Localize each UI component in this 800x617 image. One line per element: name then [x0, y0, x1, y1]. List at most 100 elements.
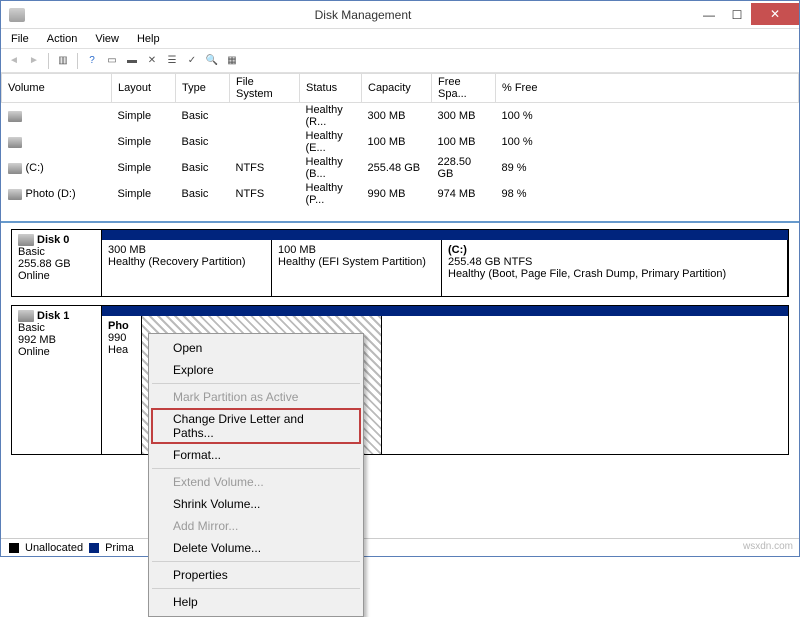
disk-type: Basic — [18, 246, 95, 258]
cell-pct: 89 % — [496, 155, 799, 181]
disk-graph-area: Disk 0Basic255.88 GBOnline300 MBHealthy … — [1, 223, 799, 538]
partition[interactable]: 300 MBHealthy (Recovery Partition) — [102, 240, 272, 296]
search-icon[interactable]: 🔍 — [203, 52, 221, 70]
ctx-sep — [152, 561, 360, 562]
legend-unallocated: Unallocated — [25, 542, 83, 554]
menu-help[interactable]: Help — [131, 31, 166, 47]
toolbar: ◄ ► ▥ ? ▭ ▬ ✕ ☰ ✓ 🔍 ▦ — [1, 49, 799, 73]
partition-status: Healthy (Boot, Page File, Crash Dump, Pr… — [448, 268, 781, 280]
col-capacity[interactable]: Capacity — [362, 74, 432, 103]
window-title: Disk Management — [31, 8, 695, 22]
partition[interactable]: (C:)255.48 GB NTFSHealthy (Boot, Page Fi… — [442, 240, 788, 296]
col-status[interactable]: Status — [300, 74, 362, 103]
volume-list: Volume Layout Type File System Status Ca… — [1, 73, 799, 223]
volume-icon — [8, 111, 22, 122]
close-button[interactable]: ✕ — [751, 3, 799, 25]
partition[interactable]: 100 MBHealthy (EFI System Partition) — [272, 240, 442, 296]
ctx-explore[interactable]: Explore — [151, 359, 361, 381]
cell-pct: 98 % — [496, 181, 799, 207]
disk-status: Online — [18, 346, 95, 358]
toolbar-icon[interactable]: ▥ — [54, 52, 72, 70]
minimize-button[interactable]: — — [695, 4, 723, 26]
menu-view[interactable]: View — [89, 31, 125, 47]
ctx-sep — [152, 383, 360, 384]
partition-size: 300 MB — [108, 244, 265, 256]
disk-row: Disk 1Basic992 MBOnlinePho990Hea — [11, 305, 789, 455]
cell-free: 300 MB — [432, 103, 496, 130]
forward-icon: ► — [25, 52, 43, 70]
disk-info-box[interactable]: Disk 1Basic992 MBOnline — [12, 306, 102, 454]
ctx-change-drive-letter[interactable]: Change Drive Letter and Paths... — [151, 408, 361, 444]
volume-name: Photo (D:) — [26, 188, 76, 200]
disk-info-box[interactable]: Disk 0Basic255.88 GBOnline — [12, 230, 102, 296]
back-icon: ◄ — [5, 52, 23, 70]
window-buttons: — ☐ ✕ — [695, 4, 799, 26]
ctx-delete-volume[interactable]: Delete Volume... — [151, 537, 361, 559]
ctx-sep — [152, 468, 360, 469]
table-row[interactable]: SimpleBasicHealthy (R...300 MB300 MB100 … — [2, 103, 799, 130]
help-icon[interactable]: ? — [83, 52, 101, 70]
toolbar-icon[interactable]: ✓ — [183, 52, 201, 70]
ctx-properties[interactable]: Properties — [151, 564, 361, 586]
menu-action[interactable]: Action — [41, 31, 84, 47]
cell-free: 974 MB — [432, 181, 496, 207]
app-icon — [9, 8, 25, 22]
disk-icon — [18, 234, 34, 246]
disk-type: Basic — [18, 322, 95, 334]
volume-icon — [8, 137, 22, 148]
disk-icon — [18, 310, 34, 322]
table-row[interactable]: SimpleBasicHealthy (E...100 MB100 MB100 … — [2, 129, 799, 155]
partition[interactable]: Pho990Hea — [102, 316, 142, 454]
ctx-format[interactable]: Format... — [151, 444, 361, 466]
toolbar-icon[interactable]: ▭ — [103, 52, 121, 70]
cell-fs — [230, 103, 300, 130]
cell-capacity: 100 MB — [362, 129, 432, 155]
cell-fs: NTFS — [230, 181, 300, 207]
partition-header-bar — [102, 230, 788, 240]
disk-size: 255.88 GB — [18, 258, 95, 270]
ctx-shrink-volume[interactable]: Shrink Volume... — [151, 493, 361, 515]
cell-type: Basic — [176, 181, 230, 207]
legend-primary: Prima — [105, 542, 134, 554]
watermark: wsxdn.com — [743, 541, 793, 552]
delete-icon[interactable]: ✕ — [143, 52, 161, 70]
menu-file[interactable]: File — [5, 31, 35, 47]
volume-name: (C:) — [26, 162, 44, 174]
maximize-button[interactable]: ☐ — [723, 4, 751, 26]
cell-layout: Simple — [112, 103, 176, 130]
cell-type: Basic — [176, 129, 230, 155]
col-freespace[interactable]: Free Spa... — [432, 74, 496, 103]
disk-size: 992 MB — [18, 334, 95, 346]
ctx-open[interactable]: Open — [151, 337, 361, 359]
cell-capacity: 300 MB — [362, 103, 432, 130]
ctx-add-mirror: Add Mirror... — [151, 515, 361, 537]
table-row[interactable]: (C:)SimpleBasicNTFSHealthy (B...255.48 G… — [2, 155, 799, 181]
cell-pct: 100 % — [496, 103, 799, 130]
toolbar-icon[interactable]: ▦ — [223, 52, 241, 70]
cell-status: Healthy (P... — [300, 181, 362, 207]
cell-free: 100 MB — [432, 129, 496, 155]
ctx-help[interactable]: Help — [151, 591, 361, 613]
partition-label: Pho — [108, 320, 135, 332]
col-layout[interactable]: Layout — [112, 74, 176, 103]
cell-pct: 100 % — [496, 129, 799, 155]
titlebar: Disk Management — ☐ ✕ — [1, 1, 799, 29]
col-pctfree[interactable]: % Free — [496, 74, 799, 103]
properties-icon[interactable]: ☰ — [163, 52, 181, 70]
table-row[interactable]: Photo (D:)SimpleBasicNTFSHealthy (P...99… — [2, 181, 799, 207]
col-fs[interactable]: File System — [230, 74, 300, 103]
cell-layout: Simple — [112, 181, 176, 207]
volume-table[interactable]: Volume Layout Type File System Status Ca… — [1, 73, 799, 207]
partition-header-bar — [102, 306, 788, 316]
col-volume[interactable]: Volume — [2, 74, 112, 103]
partition-size: 255.48 GB NTFS — [448, 256, 781, 268]
ctx-sep — [152, 588, 360, 589]
cell-free: 228.50 GB — [432, 155, 496, 181]
col-type[interactable]: Type — [176, 74, 230, 103]
cell-status: Healthy (E... — [300, 129, 362, 155]
cell-status: Healthy (B... — [300, 155, 362, 181]
volume-icon — [8, 189, 22, 200]
toolbar-icon[interactable]: ▬ — [123, 52, 141, 70]
cell-type: Basic — [176, 155, 230, 181]
partition-status: Healthy (Recovery Partition) — [108, 256, 265, 268]
